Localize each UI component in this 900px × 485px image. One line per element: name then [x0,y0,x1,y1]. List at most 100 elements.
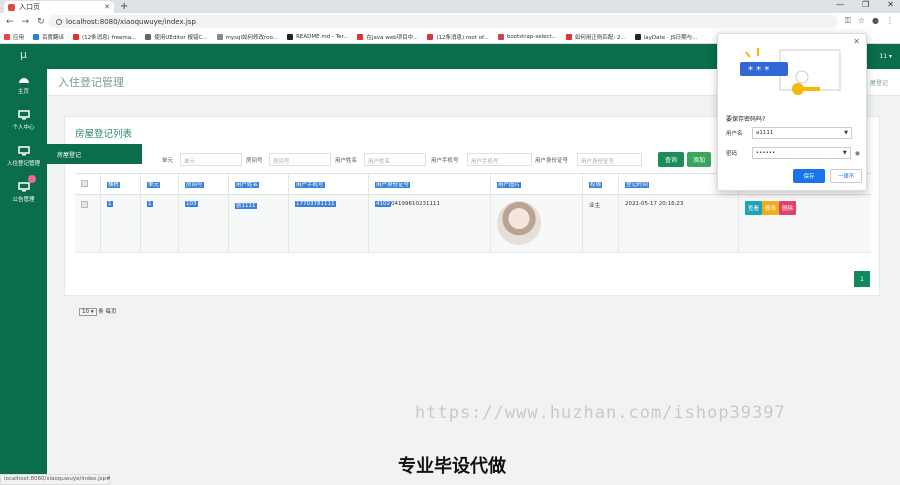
filter-label: 用户身份证号 [535,158,569,164]
row-select-cell [75,195,101,252]
save-button[interactable]: 保存 [793,169,825,183]
cell-room: 103 [179,195,229,252]
sidebar-item-notice[interactable]: 公告管理 [0,182,47,203]
page-title: 入住登记管理 [58,76,124,89]
idcard-input[interactable]: 用户身份证号 [577,153,642,166]
browser-tab[interactable]: 入口页 ✕ [4,1,114,13]
account-icon[interactable]: ● [872,16,879,26]
phone-input[interactable]: 用户手机号 [467,153,532,166]
forward-icon[interactable]: → [22,17,30,27]
name-input[interactable]: 用户姓名 [364,153,426,166]
reload-icon[interactable]: ↻ [37,17,45,27]
tab-title: 入口页 [19,3,40,11]
bookmark-item[interactable]: layDate - JS日期与... [634,33,697,41]
cell-idcard: 410204199610231111 [369,195,491,252]
password-row: 密码 •••••• ▼ ◉ [726,147,860,159]
filter-label: 房间号 [246,158,263,164]
bookmark-item[interactable]: 如何用正则匹配: 2... [565,33,626,41]
cell-unit: 1 [141,195,179,252]
url-field[interactable]: localhost:8080/xiaoquwuye/index.jsp [48,15,838,28]
password-select[interactable]: •••••• ▼ [751,147,851,159]
back-icon[interactable]: ← [6,17,14,27]
sidebar-item-checkin[interactable]: 入住登记管理 [0,146,47,167]
header-cell: 用户图片 [491,174,583,194]
caption: 专业毕设代做 [398,456,506,477]
sidebar: μ 主页 个人中心 入住登记管理 公告管理 [0,44,47,485]
key-icon[interactable]: ⚿ [845,16,851,26]
bookmark-item[interactable]: 应用 [4,33,24,41]
monitor-icon [17,146,30,156]
cell-actions: 查看 修改 删除 [739,195,871,252]
dashboard-icon [18,78,29,83]
bookmark-item[interactable]: 在java web项目中... [357,33,418,41]
bookmark-item[interactable]: README.md - Ter... [287,33,348,40]
never-button[interactable]: 一律不 [830,169,862,183]
star-icon[interactable]: ☆ [858,16,865,26]
user-avatar [497,201,541,245]
close-window-icon[interactable]: ✕ [887,0,894,9]
header-cell: 单元 [141,174,179,194]
panel-title: 房屋登记列表 [75,129,133,140]
url-text: localhost:8080/xiaoquwuye/index.jsp [66,17,196,26]
new-tab-icon[interactable]: + [120,1,128,12]
bookmark-item[interactable]: bootstrap-select... [497,33,557,40]
dialog-question: 要保存密码吗? [726,116,766,123]
bookmark-item[interactable]: (12条消息) freema... [73,33,136,41]
password-label: 密码 [726,151,738,157]
address-bar: ← → ↻ localhost:8080/xiaoquwuye/index.js… [0,13,900,30]
dropdown-icon: ▼ [844,130,848,136]
user-menu[interactable]: 11 ▾ [879,53,892,60]
maximize-icon[interactable]: ❐ [862,0,869,9]
minimize-icon[interactable]: — [836,0,844,9]
cell-role: 业主 [583,195,619,252]
bookmark-item[interactable]: (12条消息) root of... [427,33,489,41]
page-size-control: 10 ▾ 条 每页 [79,307,117,316]
select-all-cell [75,174,101,194]
add-button[interactable]: 添加 [687,152,711,167]
sidebar-item-profile[interactable]: 个人中心 [0,110,47,131]
cell-phone: 17703781111 [289,195,369,252]
bookmark-item[interactable]: 百度翻译 [33,33,64,41]
menu-icon[interactable]: ⋮ [886,16,894,26]
room-input[interactable]: 房间号 [269,153,331,166]
username-label: 用户名 [726,131,743,137]
sidebar-item-home[interactable]: 主页 [0,74,47,95]
favicon-icon [8,3,15,11]
cell-building: 1 [101,195,141,252]
cell-time: 2021-05-17 20:16:23 [619,195,739,252]
filter-label: 单元 [162,158,174,164]
header-cell: 用户身份证号 [369,174,491,194]
close-tab-icon[interactable]: ✕ [104,3,110,11]
monitor-icon [17,110,30,120]
query-button[interactable]: 查询 [658,152,684,167]
page-number-button[interactable]: 1 [854,271,870,287]
submenu-item-house-registration[interactable]: 房屋登记 [47,144,142,164]
unit-input[interactable]: 单元 [180,153,242,166]
info-icon[interactable] [56,18,62,25]
logo: μ [20,48,27,61]
header-cell: 楼栋 [101,174,141,194]
dropdown-icon: ▼ [842,150,847,156]
monitor-icon [17,182,30,192]
bookmark-item[interactable]: 使用UEditor 报错C... [145,33,208,41]
delete-button[interactable]: 删除 [779,201,797,215]
eye-icon[interactable]: ◉ [855,150,860,157]
row-checkbox[interactable] [81,201,88,208]
edit-button[interactable]: 修改 [762,201,780,215]
watermark: https://www.huzhan.com/ishop39397 [415,403,786,423]
cell-name: 张1111 [229,195,289,252]
cell-photo [491,195,583,252]
view-button[interactable]: 查看 [745,201,763,215]
select-all-checkbox[interactable] [81,180,88,187]
breadcrumb: 屋登记 [869,80,888,87]
filter-label: 用户姓名 [335,158,358,164]
header-cell: 权限 [583,174,619,194]
illustration-text: * * * [748,65,769,76]
header-cell: 用户姓名 [229,174,289,194]
username-select[interactable]: a1111 ▼ [752,127,852,139]
page-size-select[interactable]: 10 ▾ [79,308,97,316]
header-cell: 房间号 [179,174,229,194]
status-url: localhost:8080/xiaoquwuye/index.jsp# [0,474,111,485]
browser-tabbar: 入口页 ✕ + — ❐ ✕ [0,0,900,13]
bookmark-item[interactable]: mysql如何修改roo... [216,33,278,41]
